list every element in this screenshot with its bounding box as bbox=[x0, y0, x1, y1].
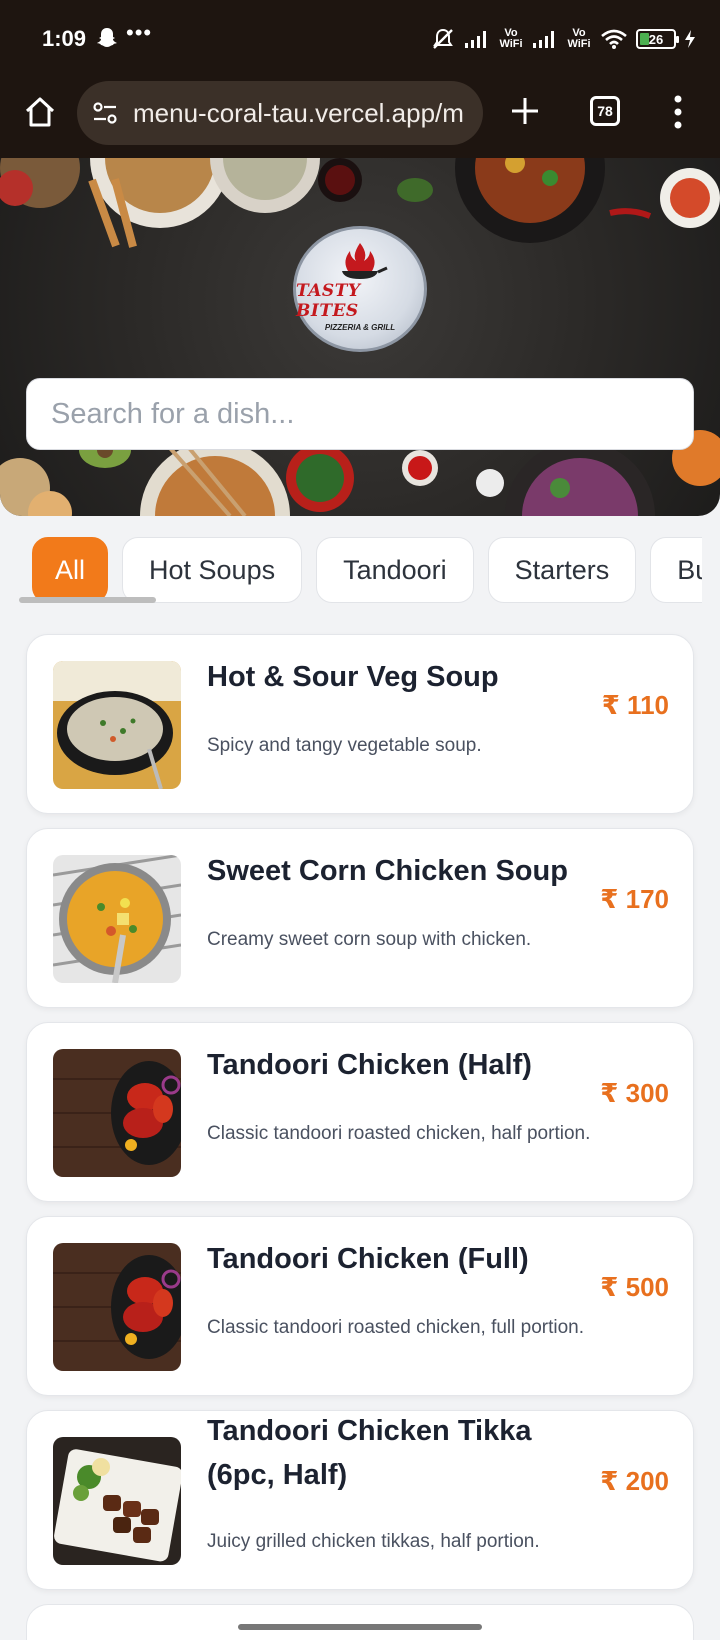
corn-soup-image bbox=[53, 855, 181, 983]
dish-card-partial[interactable] bbox=[26, 1604, 694, 1640]
category-scrollbar[interactable] bbox=[19, 597, 156, 603]
tandoori-chicken-image bbox=[53, 1243, 181, 1371]
tab-all[interactable]: All bbox=[32, 537, 109, 603]
mute-icon bbox=[433, 28, 453, 49]
soup-bowl-image bbox=[53, 661, 181, 789]
dish-name: Tandoori Chicken (Half) bbox=[207, 1049, 532, 1081]
status-icons: Vo WiFi Vo WiFi 26 bbox=[430, 24, 696, 54]
dish-price: ₹ 500 bbox=[600, 1272, 669, 1302]
clock: 1:09 bbox=[42, 26, 87, 51]
dish-name: Tandoori Chicken Tikka (6pc, Half) bbox=[207, 1415, 532, 1491]
status-bar: 1:09 ••• Vo WiFi Vo WiFi 26 bbox=[0, 0, 720, 76]
dish-name: Sweet Corn Chicken Soup bbox=[207, 855, 568, 887]
battery-level: 26 bbox=[648, 31, 664, 47]
dish-price: ₹ 300 bbox=[600, 1078, 669, 1108]
dish-card[interactable]: Tandoori Chicken (Full) Classic tandoori… bbox=[26, 1216, 694, 1396]
address-bar[interactable]: menu-coral-tau.vercel.app/m bbox=[77, 81, 483, 145]
more-notifications-icon: ••• bbox=[126, 20, 153, 45]
dish-name: Hot & Sour Veg Soup bbox=[207, 661, 499, 693]
dish-description: Spicy and tangy vegetable soup. bbox=[207, 735, 482, 756]
browser-toolbar: menu-coral-tau.vercel.app/m 78 bbox=[0, 76, 720, 158]
site-settings-icon[interactable] bbox=[91, 99, 119, 127]
dish-description: Creamy sweet corn soup with chicken. bbox=[207, 929, 532, 950]
dish-price: ₹ 170 bbox=[600, 884, 669, 914]
dish-name: Tandoori Chicken (Full) bbox=[207, 1243, 529, 1275]
dish-description: Juicy grilled chicken tikkas, half porti… bbox=[207, 1531, 540, 1552]
home-icon[interactable] bbox=[22, 94, 58, 130]
tab-switcher-button[interactable]: 78 bbox=[590, 96, 620, 126]
dish-card[interactable]: Hot & Sour Veg Soup Spicy and tangy vege… bbox=[26, 634, 694, 814]
vowifi-label-2: Vo WiFi bbox=[567, 27, 591, 50]
tab-starters[interactable]: Starters bbox=[487, 537, 637, 603]
wifi-icon bbox=[601, 29, 627, 49]
signal-icon-1 bbox=[465, 31, 486, 48]
logo-subtitle: PIZZERIA & GRILL bbox=[324, 322, 396, 332]
snapchat-icon bbox=[97, 28, 117, 47]
dish-list: Hot & Sour Veg Soup Spicy and tangy vege… bbox=[26, 634, 694, 1640]
chicken-tikka-image bbox=[53, 1437, 181, 1565]
tab-hot-soups[interactable]: Hot Soups bbox=[122, 537, 303, 603]
charging-icon bbox=[685, 30, 695, 48]
signal-icon-2 bbox=[533, 31, 554, 48]
dish-description: Classic tandoori roasted chicken, half p… bbox=[207, 1123, 591, 1144]
logo-title: TASTY BITES bbox=[296, 280, 361, 321]
more-menu-icon[interactable] bbox=[672, 94, 684, 130]
url-text[interactable]: menu-coral-tau.vercel.app/m bbox=[133, 98, 464, 129]
dish-price: ₹ 110 bbox=[601, 690, 669, 720]
flame-pan-icon bbox=[342, 242, 388, 279]
dish-card[interactable]: Tandoori Chicken Tikka (6pc, Half) Juicy… bbox=[26, 1410, 694, 1590]
tab-burgers[interactable]: Burgers bbox=[650, 537, 702, 603]
vowifi-label-1: Vo WiFi bbox=[499, 27, 523, 50]
battery-icon: 26 bbox=[636, 29, 679, 49]
gesture-navigation-bar[interactable] bbox=[238, 1624, 482, 1630]
tab-tandoori[interactable]: Tandoori bbox=[316, 537, 474, 603]
tandoori-chicken-image bbox=[53, 1049, 181, 1177]
dish-description: Classic tandoori roasted chicken, full p… bbox=[207, 1317, 585, 1338]
dish-price: ₹ 200 bbox=[600, 1466, 669, 1496]
hero-banner: TASTY BITES PIZZERIA & GRILL bbox=[0, 158, 720, 516]
search-input[interactable] bbox=[26, 378, 694, 450]
new-tab-icon[interactable] bbox=[508, 94, 542, 128]
dish-card[interactable]: Tandoori Chicken (Half) Classic tandoori… bbox=[26, 1022, 694, 1202]
dish-card[interactable]: Sweet Corn Chicken Soup Creamy sweet cor… bbox=[26, 828, 694, 1008]
restaurant-logo: TASTY BITES PIZZERIA & GRILL bbox=[293, 226, 427, 352]
